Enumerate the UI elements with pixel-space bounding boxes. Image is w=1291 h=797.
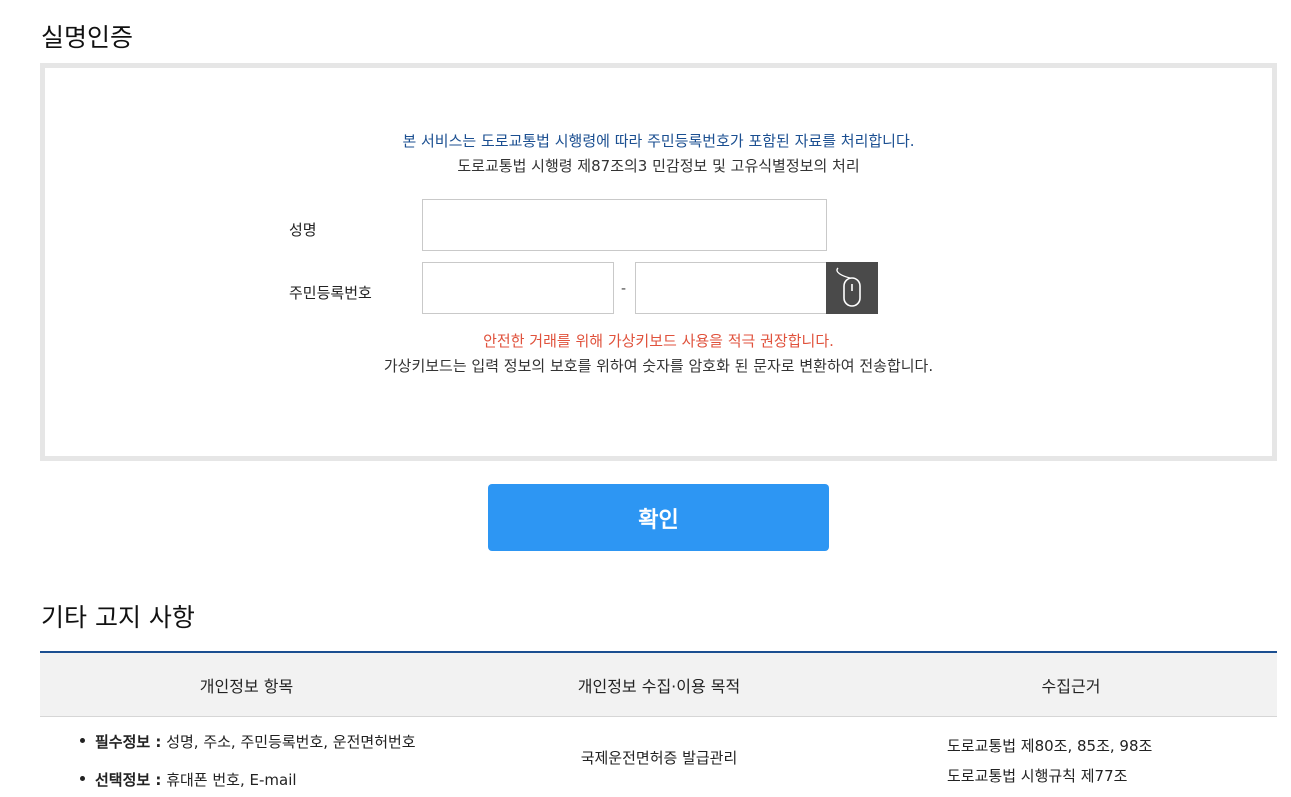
list-item-required: 필수정보 : 성명, 주소, 주민등록번호, 운전면허번호: [80, 731, 416, 752]
mouse-icon: [836, 267, 861, 307]
page-title: 실명인증: [41, 23, 134, 52]
rrn-front-input[interactable]: [422, 262, 614, 314]
column-header-items: 개인정보 항목: [199, 676, 294, 696]
virtual-keyboard-recommendation: 안전한 거래를 위해 가상키보드 사용을 적극 권장합니다.: [483, 332, 834, 350]
virtual-keyboard-info: 가상키보드는 입력 정보의 보호를 위하여 숫자를 암호화 된 문자로 변환하여…: [383, 357, 934, 375]
required-label: 필수정보 :: [95, 733, 162, 751]
table-header: 개인정보 항목 개인정보 수집·이용 목적 수집근거: [40, 651, 1277, 717]
purpose-cell: 국제운전면허증 발급관리: [453, 717, 865, 797]
confirm-button[interactable]: 확인: [488, 484, 829, 551]
bullet-icon: [80, 738, 85, 743]
table-row: 필수정보 : 성명, 주소, 주민등록번호, 운전면허번호 선택정보 : 휴대폰…: [40, 717, 1277, 797]
auth-form-box: 본 서비스는 도로교통법 시행령에 따라 주민등록번호가 포함된 자료를 처리합…: [40, 63, 1277, 461]
items-cell: 필수정보 : 성명, 주소, 주민등록번호, 운전면허번호 선택정보 : 휴대폰…: [40, 717, 453, 797]
column-header-basis: 수집근거: [1041, 676, 1101, 696]
optional-label: 선택정보 :: [95, 771, 162, 789]
legal-notice-blue: 본 서비스는 도로교통법 시행령에 따라 주민등록번호가 포함된 자료를 처리합…: [402, 132, 915, 150]
name-input[interactable]: [422, 199, 827, 251]
legal-notice: 도로교통법 시행령 제87조의3 민감정보 및 고유식별정보의 처리: [457, 157, 860, 175]
rrn-separator: -: [621, 281, 627, 297]
purpose-text: 국제운전면허증 발급관리: [580, 748, 738, 767]
bullet-icon: [80, 776, 85, 781]
virtual-keyboard-button[interactable]: [826, 262, 878, 314]
column-header-purpose: 개인정보 수집·이용 목적: [577, 676, 741, 696]
required-value: 성명, 주소, 주민등록번호, 운전면허번호: [161, 733, 416, 751]
basis-line: 도로교통법 제80조, 85조, 98조: [947, 737, 1153, 755]
basis-line: 도로교통법 시행규칙 제77조: [947, 767, 1128, 785]
rrn-back-input[interactable]: [635, 262, 827, 314]
list-item-optional: 선택정보 : 휴대폰 번호, E-mail: [80, 769, 297, 790]
notice-title: 기타 고지 사항: [41, 603, 195, 632]
privacy-table: 개인정보 항목 개인정보 수집·이용 목적 수집근거 필수정보 : 성명, 주소…: [40, 651, 1277, 797]
rrn-label: 주민등록번호: [289, 284, 372, 302]
name-label: 성명: [289, 221, 317, 239]
optional-value: 휴대폰 번호, E-mail: [161, 771, 297, 789]
basis-cell: 도로교통법 제80조, 85조, 98조 도로교통법 시행규칙 제77조: [865, 717, 1277, 797]
